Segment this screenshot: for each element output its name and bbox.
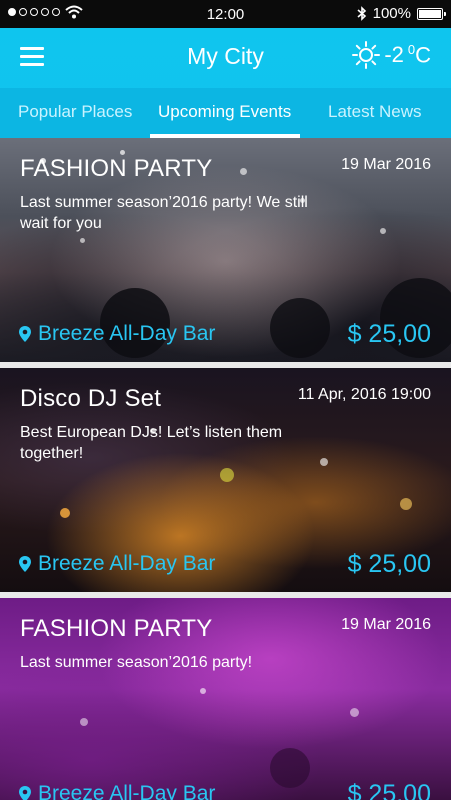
location-pin-icon (19, 556, 31, 572)
event-location-label: Breeze All-Day Bar (38, 782, 216, 800)
event-card[interactable]: Disco DJ Set 11 Apr, 2016 19:00 Best Eur… (0, 368, 451, 592)
event-card[interactable]: FASHION PARTY 19 Mar 2016 Last summer se… (0, 598, 451, 800)
temperature-value: -2 (384, 42, 404, 67)
event-date: 11 Apr, 2016 19:00 (297, 386, 431, 403)
event-price: $ 25,00 (347, 320, 431, 348)
app-header: My City -2 0C Popular Places Upcoming Ev… (0, 28, 451, 138)
event-title: FASHION PARTY (20, 615, 213, 642)
event-location[interactable]: Breeze All-Day Bar (18, 782, 215, 800)
status-bar: 12:00 100% (0, 0, 451, 28)
event-location-label: Breeze All-Day Bar (38, 552, 216, 575)
location-pin-icon (19, 326, 31, 342)
battery-icon (417, 7, 446, 20)
event-description: Best European DJs! Let’s listen them tog… (20, 424, 283, 462)
event-title: Disco DJ Set (20, 385, 162, 412)
temperature-unit: 0C (407, 41, 431, 68)
tab-popular-places[interactable]: Popular Places (18, 102, 132, 122)
weather-widget: -2 0C (352, 41, 431, 69)
tab-upcoming-events[interactable]: Upcoming Events (158, 102, 291, 122)
event-price: $ 25,00 (347, 550, 431, 578)
tab-bar: Popular Places Upcoming Events Latest Ne… (0, 88, 451, 138)
bluetooth-icon (357, 6, 366, 21)
tab-latest-news[interactable]: Latest News (328, 102, 422, 122)
event-card[interactable]: FASHION PARTY 19 Mar 2016 Last summer se… (0, 138, 451, 362)
event-description: Last summer season’2016 party! We still … (20, 194, 308, 232)
event-location[interactable]: Breeze All-Day Bar (18, 322, 215, 346)
event-location-label: Breeze All-Day Bar (38, 322, 216, 345)
sun-icon (352, 41, 381, 69)
event-date: 19 Mar 2016 (341, 616, 431, 633)
location-pin-icon (19, 786, 31, 800)
battery-percent: 100% (372, 5, 411, 22)
status-right: 100% (357, 5, 446, 22)
event-price: $ 25,00 (347, 780, 431, 800)
event-date: 19 Mar 2016 (341, 156, 431, 173)
event-location[interactable]: Breeze All-Day Bar (18, 552, 215, 576)
event-title: FASHION PARTY (20, 155, 213, 182)
event-description: Last summer season’2016 party! (20, 654, 253, 671)
